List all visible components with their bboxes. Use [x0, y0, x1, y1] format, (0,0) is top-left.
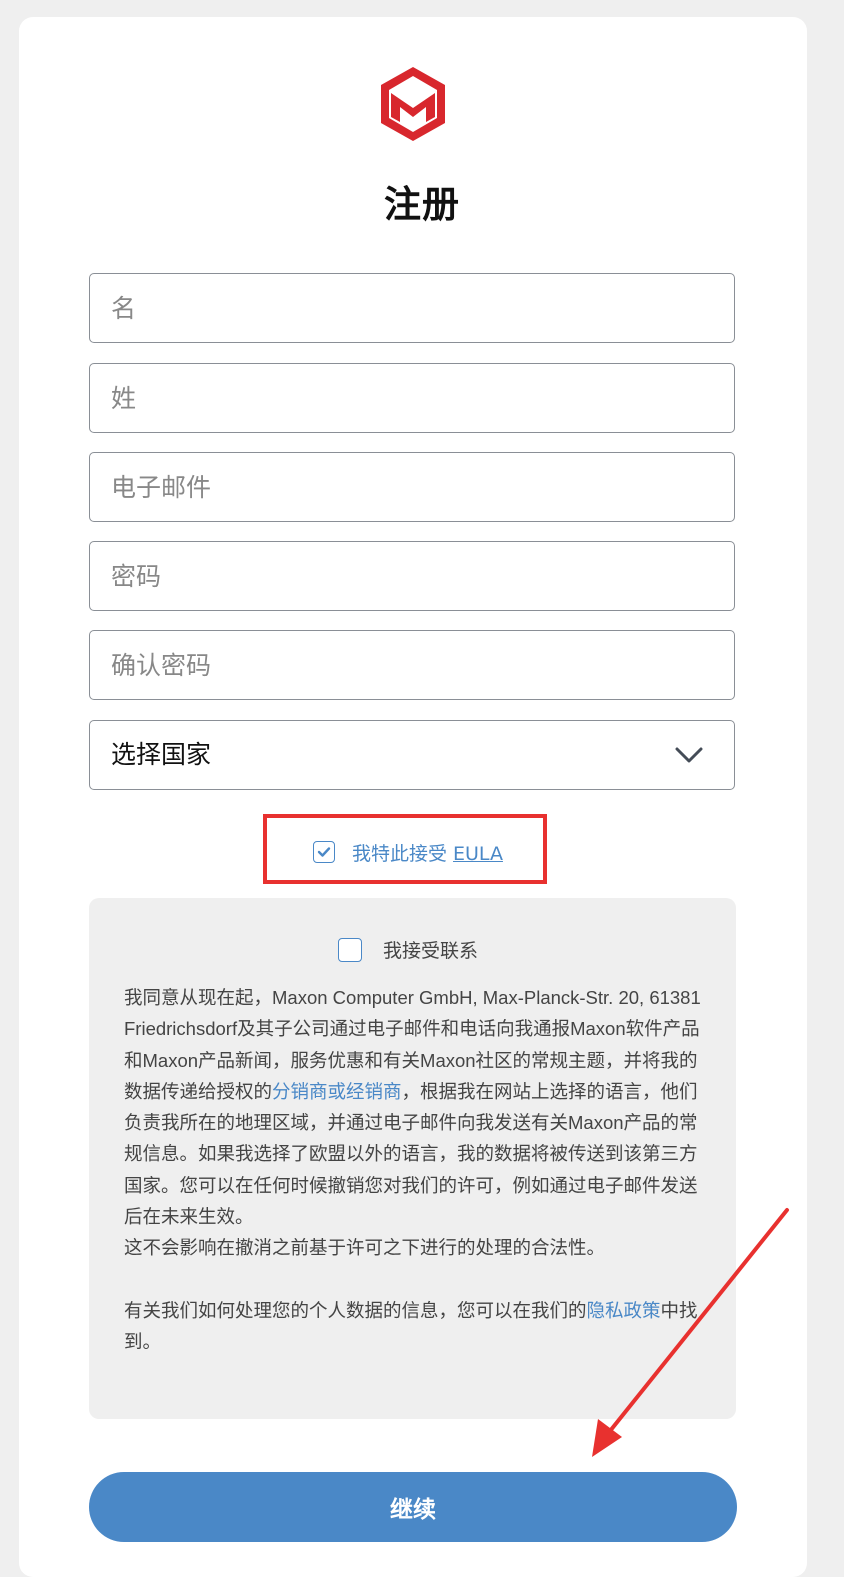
annotation-arrow — [592, 1208, 789, 1457]
eula-checkbox[interactable] — [313, 841, 335, 863]
email-input[interactable] — [90, 453, 711, 521]
chevron-down-icon — [675, 747, 703, 763]
confirm-password-field[interactable] — [89, 630, 735, 700]
first-name-input[interactable] — [90, 274, 711, 342]
continue-button[interactable]: 继续 — [89, 1472, 737, 1542]
country-select[interactable]: 选择国家 — [89, 720, 735, 790]
password-field[interactable] — [89, 541, 735, 611]
password-input[interactable] — [90, 542, 711, 610]
page-title: 注册 — [384, 183, 460, 226]
last-name-field[interactable] — [89, 363, 735, 433]
eula-link[interactable]: EULA — [453, 843, 503, 865]
confirm-password-input[interactable] — [90, 631, 711, 699]
first-name-field[interactable] — [89, 273, 735, 343]
email-field[interactable] — [89, 452, 735, 522]
contact-checkbox-label: 我接受联系 — [383, 940, 479, 962]
eula-label: 我特此接受 EULA — [352, 842, 503, 865]
checkmark-icon — [317, 847, 331, 857]
maxon-logo — [381, 67, 445, 141]
last-name-input[interactable] — [90, 364, 711, 432]
contact-checkbox-row[interactable]: 我接受联系 — [338, 936, 478, 963]
distributors-link[interactable]: 分销商或经销商 — [272, 1081, 402, 1102]
contact-checkbox[interactable] — [338, 937, 362, 962]
country-select-value: 选择国家 — [111, 740, 212, 769]
eula-checkbox-row[interactable]: 我特此接受 EULA — [313, 837, 503, 867]
